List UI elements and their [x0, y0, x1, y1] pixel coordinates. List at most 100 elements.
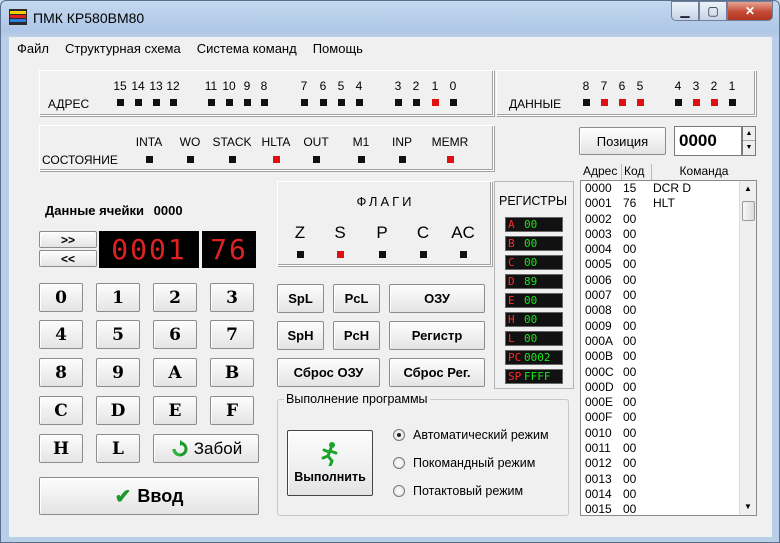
run-button[interactable]: Выполнить — [287, 430, 373, 496]
memory-row[interactable]: 0013 00 — [581, 472, 756, 487]
header-code[interactable]: Код — [622, 164, 652, 180]
spl-button[interactable]: SpL — [277, 284, 324, 313]
key-6[interactable]: 6 — [153, 320, 197, 349]
data-bit-1: 1 — [728, 79, 736, 93]
next-cell-button[interactable]: >> — [39, 231, 97, 248]
position-button[interactable]: Позиция — [579, 127, 666, 155]
memory-row[interactable]: 0009 00 — [581, 319, 756, 334]
row-address: 000C — [585, 364, 614, 379]
key-e[interactable]: E — [153, 396, 197, 425]
scroll-thumb[interactable] — [742, 201, 755, 221]
scroll-up-icon[interactable]: ▲ — [740, 181, 756, 197]
memory-row[interactable]: 000A 00 — [581, 334, 756, 349]
memory-row[interactable]: 0002 00 — [581, 212, 756, 227]
memory-list[interactable]: 0000 15 DCR D 0001 76 HLT 0002 00 0003 00 0004 00 00… — [580, 180, 757, 516]
memory-row[interactable]: 0012 00 — [581, 456, 756, 471]
memory-scrollbar[interactable]: ▲ ▼ — [739, 181, 756, 515]
position-input[interactable]: 0000 — [674, 126, 742, 156]
header-command[interactable]: Команда — [652, 164, 756, 180]
minimize-button[interactable]: ▁ — [671, 1, 699, 21]
mode-option-0[interactable]: Автоматический режим — [393, 428, 549, 442]
register-sp: SP FFFF — [505, 369, 563, 384]
menu-structure[interactable]: Структурная схема — [57, 41, 189, 56]
key-b[interactable]: B — [210, 358, 254, 387]
key-3[interactable]: 3 — [210, 283, 254, 312]
address-bit-1: 1 — [431, 79, 439, 93]
memory-row[interactable]: 000F 00 — [581, 410, 756, 425]
memory-row[interactable]: 0004 00 — [581, 242, 756, 257]
row-command — [653, 319, 743, 334]
row-address: 0015 — [585, 502, 612, 516]
memory-row[interactable]: 000E 00 — [581, 395, 756, 410]
mode-radio[interactable] — [393, 485, 405, 497]
header-address[interactable]: Адрес — [580, 164, 622, 180]
memory-row[interactable]: 0007 00 — [581, 288, 756, 303]
key-1[interactable]: 1 — [96, 283, 140, 312]
check-icon: ✔ — [114, 485, 132, 508]
menu-help[interactable]: Помощь — [305, 41, 371, 56]
register-name: B — [508, 237, 515, 250]
key-8[interactable]: 8 — [39, 358, 83, 387]
reset-registers-button[interactable]: Сброс Рег. — [389, 358, 485, 387]
registers-panel: РЕГИСТРЫ A 00 B 00 C 00 D 89 E 00 H 00 L 00 PC 0002 SP FF… — [494, 181, 574, 389]
scroll-down-icon[interactable]: ▼ — [740, 499, 756, 515]
key-9[interactable]: 9 — [96, 358, 140, 387]
title-bar[interactable]: ПМК КР580ВМ80 ▁ ▢ ✕ — [1, 1, 779, 35]
sph-button[interactable]: SpH — [277, 321, 324, 350]
menu-instructions[interactable]: Система команд — [189, 41, 305, 56]
reset-ram-button[interactable]: Сброс ОЗУ — [277, 358, 380, 387]
prev-cell-button[interactable]: << — [39, 250, 97, 267]
spin-up-icon[interactable]: ▲ — [743, 127, 755, 141]
key-f[interactable]: F — [210, 396, 254, 425]
memory-row[interactable]: 0010 00 — [581, 426, 756, 441]
key-c[interactable]: C — [39, 396, 83, 425]
key-2[interactable]: 2 — [153, 283, 197, 312]
pch-button[interactable]: PcH — [333, 321, 380, 350]
mode-option-2[interactable]: Потактовый режим — [393, 484, 523, 498]
maximize-button[interactable]: ▢ — [699, 1, 727, 21]
memory-row[interactable]: 0014 00 — [581, 487, 756, 502]
address-led-4 — [356, 99, 363, 106]
memory-row[interactable]: 0005 00 — [581, 257, 756, 272]
memory-row[interactable]: 0008 00 — [581, 303, 756, 318]
memory-row[interactable]: 0001 76 HLT — [581, 196, 756, 211]
key-4[interactable]: 4 — [39, 320, 83, 349]
memory-row[interactable]: 0003 00 — [581, 227, 756, 242]
memory-row[interactable]: 0015 00 — [581, 502, 756, 516]
memory-row[interactable]: 000D 00 — [581, 380, 756, 395]
key-7[interactable]: 7 — [210, 320, 254, 349]
mode-option-1[interactable]: Покомандный режим — [393, 456, 535, 470]
app-window: ПМК КР580ВМ80 ▁ ▢ ✕ Файл Структурная схе… — [0, 0, 780, 543]
cell-data-label: Данные ячейки 0000 — [45, 203, 183, 218]
row-code: 00 — [623, 441, 637, 456]
pcl-button[interactable]: PcL — [333, 284, 380, 313]
register-h: H 00 — [505, 312, 563, 327]
memory-row[interactable]: 000C 00 — [581, 365, 756, 380]
state-signal-memr: MEMR — [431, 135, 469, 149]
backspace-button[interactable]: Забой — [153, 434, 259, 463]
key-l[interactable]: L — [96, 434, 140, 463]
menu-file[interactable]: Файл — [9, 41, 57, 56]
data-led-8 — [583, 99, 590, 106]
mode-label: Покомандный режим — [413, 456, 536, 470]
key-5[interactable]: 5 — [96, 320, 140, 349]
register-button[interactable]: Регистр — [389, 321, 485, 350]
memory-row[interactable]: 000B 00 — [581, 349, 756, 364]
close-button[interactable]: ✕ — [727, 1, 773, 21]
key-0[interactable]: 0 — [39, 283, 83, 312]
key-d[interactable]: D — [96, 396, 140, 425]
memory-row[interactable]: 0006 00 — [581, 273, 756, 288]
spin-down-icon[interactable]: ▼ — [743, 141, 755, 155]
memory-row[interactable]: 0000 15 DCR D — [581, 181, 756, 196]
key-h[interactable]: H — [39, 434, 83, 463]
ram-button[interactable]: ОЗУ — [389, 284, 485, 313]
memory-row[interactable]: 0011 00 — [581, 441, 756, 456]
mode-radio[interactable] — [393, 457, 405, 469]
data-display: 76 — [202, 231, 256, 268]
address-led-15 — [117, 99, 124, 106]
key-a[interactable]: A — [153, 358, 197, 387]
enter-button[interactable]: ✔ Ввод — [39, 477, 259, 515]
mode-radio[interactable] — [393, 429, 405, 441]
register-name: H — [508, 313, 515, 326]
position-spinner[interactable]: ▲ ▼ — [742, 126, 756, 156]
